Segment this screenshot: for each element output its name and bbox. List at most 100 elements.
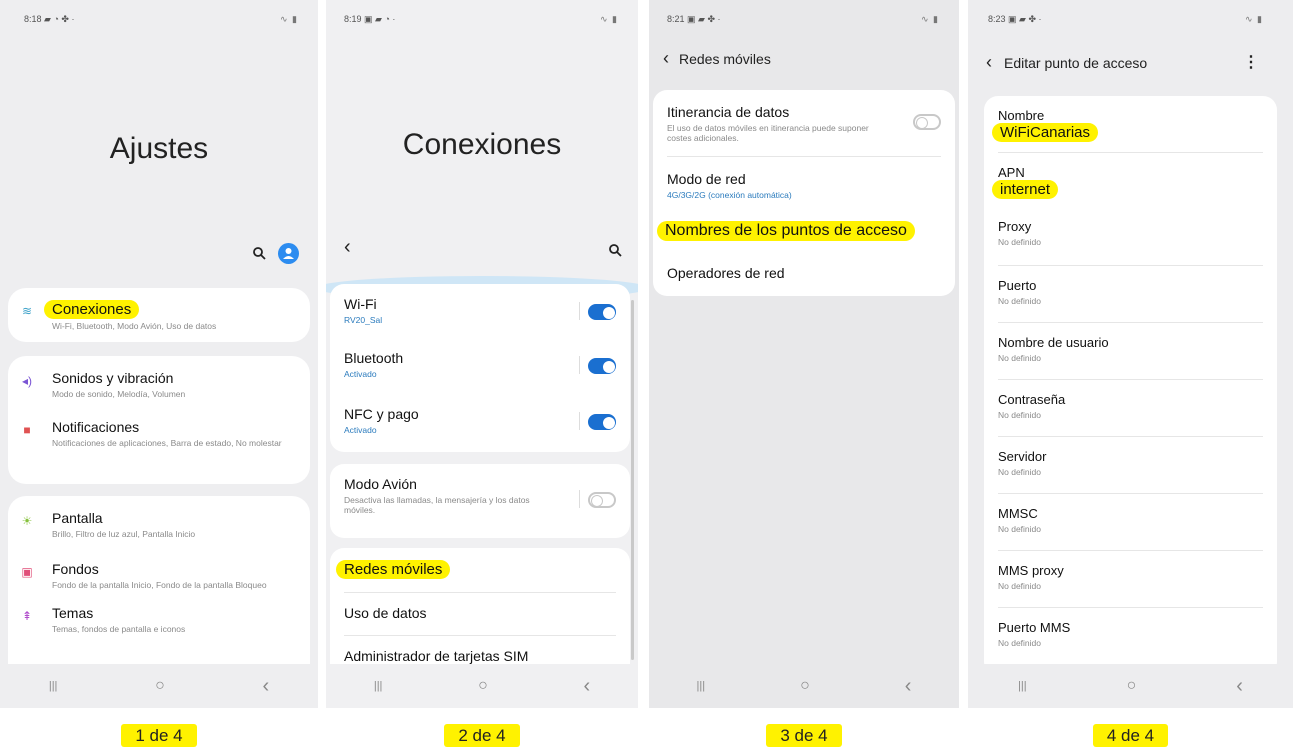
scrollbar[interactable] xyxy=(631,300,634,660)
field-label: MMS proxy xyxy=(998,563,1064,578)
wifi-toggle[interactable] xyxy=(588,304,616,320)
more-options-icon[interactable]: ⋮ xyxy=(1243,52,1259,72)
apn-field-port[interactable]: Puerto No definido xyxy=(984,266,1277,322)
recent-apps-button[interactable]: ||| xyxy=(374,680,383,692)
status-bar: 8:23 ▣ ▰ ✤ · ∿ ▮ xyxy=(988,12,1263,26)
status-time: 8:23 xyxy=(988,13,1006,24)
field-label: Puerto MMS xyxy=(998,620,1071,635)
home-button[interactable]: ○ xyxy=(478,677,488,695)
recent-apps-button[interactable]: ||| xyxy=(697,680,706,692)
settings-item-label: Pantalla xyxy=(52,510,103,526)
field-value: No definido xyxy=(998,353,1042,363)
setting-label: Operadores de red xyxy=(667,265,785,281)
settings-card-sound: ◂) Sonidos y vibración Modo de sonido, M… xyxy=(8,356,310,484)
screenshot-2: 8:19 ▣ ▰ ◔ · ∿ ▮ Conexiones ‹ Wi-Fi RV20… xyxy=(326,0,638,751)
page-title: Redes móviles xyxy=(679,50,771,67)
roaming-item[interactable]: Itinerancia de datos El uso de datos móv… xyxy=(653,90,955,156)
status-icons: ▰ ◔ ✤ · xyxy=(44,13,75,24)
setting-label: Itinerancia de datos xyxy=(667,104,790,120)
settings-item-sub: Fondo de la pantalla Inicio, Fondo de la… xyxy=(52,580,267,590)
apn-item[interactable]: Nombres de los puntos de acceso xyxy=(653,215,955,257)
settings-item-sound[interactable]: ◂) Sonidos y vibración Modo de sonido, M… xyxy=(8,356,310,399)
apn-field-mms-proxy[interactable]: MMS proxy No definido xyxy=(984,551,1277,607)
field-value: No definido xyxy=(998,467,1042,477)
status-time: 8:21 xyxy=(667,13,685,24)
screenshot-4: 8:23 ▣ ▰ ✤ · ∿ ▮ ‹ Editar punto de acces… xyxy=(968,0,1293,751)
connection-label: Uso de datos xyxy=(344,605,427,621)
apn-field-mmsc[interactable]: MMSC No definido xyxy=(984,494,1277,550)
step-caption-text: 4 de 4 xyxy=(1092,724,1169,747)
connection-item-wifi[interactable]: Wi-Fi RV20_Sal xyxy=(330,284,630,340)
back-button[interactable]: ‹ xyxy=(262,675,269,698)
phone-screen: 8:23 ▣ ▰ ✤ · ∿ ▮ ‹ Editar punto de acces… xyxy=(968,0,1293,708)
phone-screen: 8:18 ▰ ◔ ✤ · ∿ ▮ Ajustes ≋ Conexiones Wi… xyxy=(0,0,318,708)
back-arrow-icon[interactable]: ‹ xyxy=(344,236,351,259)
apn-field-server[interactable]: Servidor No definido xyxy=(984,437,1277,493)
field-label: Nombre xyxy=(998,108,1045,123)
bluetooth-toggle[interactable] xyxy=(588,358,616,374)
setting-sub: El uso de datos móviles en itinerancia p… xyxy=(667,123,869,144)
connection-label: NFC y pago xyxy=(344,406,419,422)
status-time: 8:18 xyxy=(24,13,42,24)
back-button[interactable]: ‹ xyxy=(583,675,590,698)
back-arrow-icon[interactable]: ‹ xyxy=(663,48,669,69)
status-signal-battery: ∿ ▮ xyxy=(600,13,618,24)
apn-field-password[interactable]: Contraseña No definido xyxy=(984,380,1277,436)
search-icon[interactable] xyxy=(608,243,622,257)
back-button[interactable]: ‹ xyxy=(905,675,912,698)
nav-bar: ||| ○ ‹ xyxy=(649,664,959,708)
settings-item-sub: Temas, fondos de pantalla e iconos xyxy=(52,623,186,634)
recent-apps-button[interactable]: ||| xyxy=(1018,680,1027,692)
divider-bar xyxy=(579,490,580,508)
field-label: Puerto xyxy=(998,278,1037,293)
network-mode-item[interactable]: Modo de red 4G/3G/2G (conexión automátic… xyxy=(653,157,955,215)
settings-item-connections[interactable]: ≋ Conexiones Wi-Fi, Bluetooth, Modo Avió… xyxy=(8,288,310,331)
home-button[interactable]: ○ xyxy=(1127,677,1137,695)
settings-item-label: Sonidos y vibración xyxy=(52,370,174,386)
step-caption-text: 2 de 4 xyxy=(444,724,520,747)
search-icon[interactable] xyxy=(252,246,266,260)
step-caption: 3 de 4 xyxy=(649,724,959,747)
connection-sub: Activado xyxy=(344,369,377,379)
apn-field-apn[interactable]: APN internet xyxy=(984,153,1277,209)
status-bar: 8:21 ▣ ▰ ✤ · ∿ ▮ xyxy=(667,12,939,26)
nfc-toggle[interactable] xyxy=(588,414,616,430)
settings-item-display[interactable]: ☀ Pantalla Brillo, Filtro de luz azul, P… xyxy=(8,496,310,539)
step-caption: 1 de 4 xyxy=(0,724,318,747)
apn-field-proxy[interactable]: Proxy No definido xyxy=(984,209,1277,265)
connection-item-mobile-networks[interactable]: Redes móviles xyxy=(330,548,630,592)
page-title: Conexiones xyxy=(402,128,562,161)
settings-item-label: Temas xyxy=(52,604,94,621)
notification-icon: ■ xyxy=(23,423,31,437)
home-button[interactable]: ○ xyxy=(800,677,810,695)
apn-field-name[interactable]: Nombre WiFiCanarias xyxy=(984,96,1277,152)
airplane-toggle[interactable] xyxy=(588,492,616,508)
connection-item-bluetooth[interactable]: Bluetooth Activado xyxy=(330,340,630,396)
connection-item-airplane[interactable]: Modo Avión Desactiva las llamadas, la me… xyxy=(330,464,630,515)
connection-item-data-usage[interactable]: Uso de datos xyxy=(330,593,630,635)
settings-card-display: ☀ Pantalla Brillo, Filtro de luz azul, P… xyxy=(8,496,310,686)
apn-field-username[interactable]: Nombre de usuario No definido xyxy=(984,323,1277,379)
phone-screen: 8:19 ▣ ▰ ◔ · ∿ ▮ Conexiones ‹ Wi-Fi RV20… xyxy=(326,0,638,708)
mobile-networks-card: Itinerancia de datos El uso de datos móv… xyxy=(653,90,955,296)
connection-label: Redes móviles xyxy=(336,560,451,579)
back-arrow-icon[interactable]: ‹ xyxy=(986,52,992,73)
connection-label: Wi-Fi xyxy=(344,296,377,312)
settings-item-wallpapers[interactable]: ▣ Fondos Fondo de la pantalla Inicio, Fo… xyxy=(8,539,310,591)
status-icons: ▣ ▰ ✤ · xyxy=(687,13,721,24)
roaming-toggle[interactable] xyxy=(913,114,941,130)
network-operators-item[interactable]: Operadores de red xyxy=(653,257,955,293)
back-button[interactable]: ‹ xyxy=(1236,675,1243,698)
apn-field-mms-port[interactable]: Puerto MMS No definido xyxy=(984,608,1277,664)
settings-item-notifications[interactable]: ■ Notificaciones Notificaciones de aplic… xyxy=(8,399,310,449)
divider-bar xyxy=(579,356,580,374)
field-label: Contraseña xyxy=(998,392,1066,407)
field-label: Proxy xyxy=(998,219,1032,234)
profile-icon[interactable] xyxy=(278,243,299,264)
divider-bar xyxy=(579,302,580,320)
home-button[interactable]: ○ xyxy=(155,677,165,695)
header: ‹ Redes móviles xyxy=(663,48,771,69)
recent-apps-button[interactable]: ||| xyxy=(49,680,58,692)
connection-item-nfc[interactable]: NFC y pago Activado xyxy=(330,396,630,452)
settings-item-themes[interactable]: ⇞ Temas Temas, fondos de pantalla e icon… xyxy=(8,591,310,634)
